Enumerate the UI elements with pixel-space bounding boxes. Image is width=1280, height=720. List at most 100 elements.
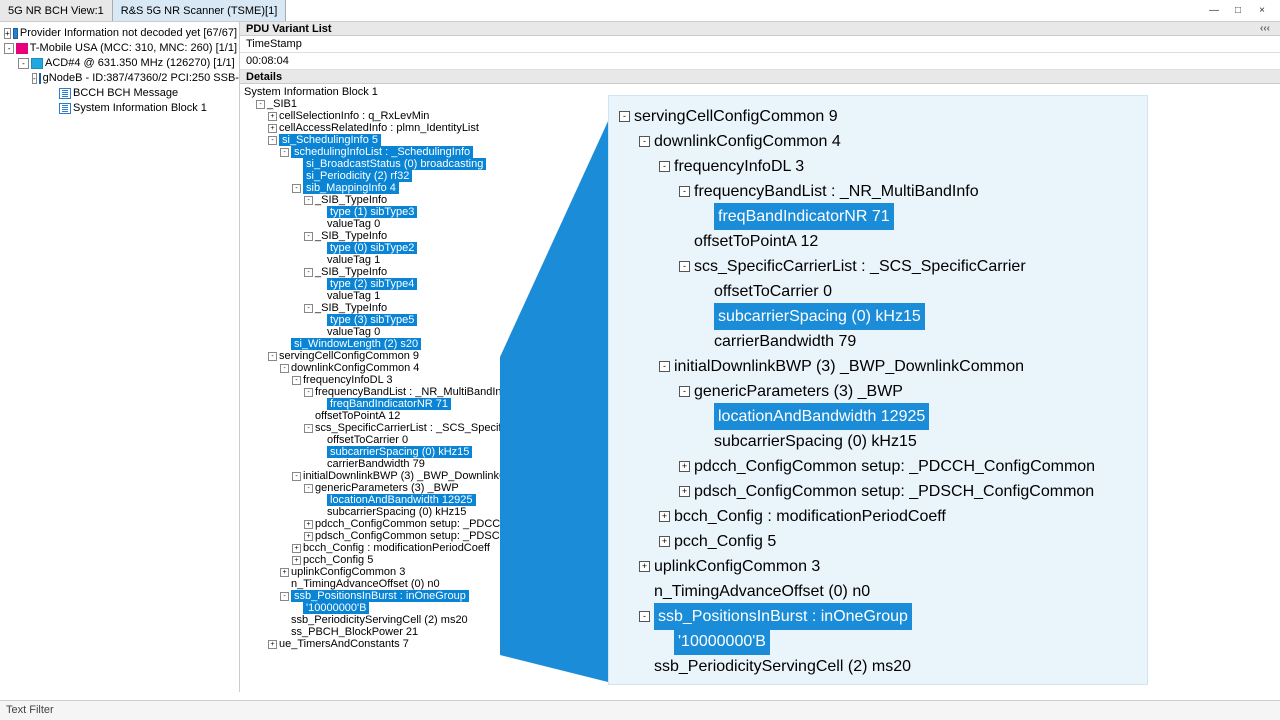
toggle-icon[interactable]: + — [639, 561, 650, 572]
tree-node[interactable]: System Information Block 1 — [2, 101, 237, 116]
minimize-button[interactable]: — — [1208, 5, 1220, 17]
toggle-icon[interactable]: - — [304, 232, 313, 241]
toggle-icon[interactable]: + — [659, 511, 670, 522]
zoom-line[interactable]: + bcch_Config : modificationPeriodCoeff — [615, 504, 1141, 529]
tree-node[interactable]: +Provider Information not decoded yet [6… — [2, 26, 237, 41]
zoom-line[interactable]: '10000000'B — [615, 629, 1141, 654]
toggle-icon[interactable]: - — [18, 58, 29, 69]
toggle-icon[interactable]: + — [679, 486, 690, 497]
toggle-icon[interactable]: + — [268, 640, 277, 649]
toggle-icon[interactable]: - — [292, 472, 301, 481]
toggle-icon[interactable]: - — [679, 261, 690, 272]
zoom-line[interactable]: -scs_SpecificCarrierList : _SCS_Specific… — [615, 254, 1141, 279]
zoom-text: bcch_Config : modificationPeriodCoeff — [674, 504, 946, 529]
toggle-icon[interactable]: - — [280, 148, 289, 157]
zoom-line[interactable]: ssb_PeriodicityServingCell (2) ms20 — [615, 654, 1141, 679]
toggle-icon[interactable]: - — [304, 304, 313, 313]
toggle-icon[interactable]: + — [268, 112, 277, 121]
detail-text: si_Periodicity (2) rf32 — [303, 170, 412, 182]
zoom-line[interactable]: +uplinkConfigCommon 3 — [615, 554, 1141, 579]
tree-node[interactable]: -T-Mobile USA (MCC: 310, MNC: 260) [1/1] — [2, 41, 237, 56]
zoom-text: offsetToPointA 12 — [694, 229, 818, 254]
zoom-text: genericParameters (3) _BWP — [694, 379, 903, 404]
maximize-button[interactable]: □ — [1232, 5, 1244, 17]
tree-node[interactable]: BCCH BCH Message — [2, 86, 237, 101]
toggle-icon[interactable]: + — [280, 568, 289, 577]
tab-scanner[interactable]: R&S 5G NR Scanner (TSME)[1] — [113, 0, 287, 21]
toggle-icon[interactable]: - — [304, 196, 313, 205]
pdu-row[interactable]: 00:08:04 — [240, 53, 1280, 70]
toggle-icon[interactable]: - — [304, 388, 313, 397]
toggle-icon[interactable]: - — [304, 424, 313, 433]
tree-node[interactable]: -gNodeB - ID:387/47360/2 PCI:250 SSB-Ind… — [2, 71, 237, 86]
zoom-line[interactable]: -genericParameters (3) _BWP — [615, 379, 1141, 404]
toggle-icon[interactable]: + — [679, 461, 690, 472]
node-label: System Information Block 1 — [73, 101, 207, 116]
detail-text: subcarrierSpacing (0) kHz15 — [327, 506, 466, 518]
zoom-text: '10000000'B — [674, 628, 770, 655]
zoom-line[interactable]: -ssb_PositionsInBurst : inOneGroup — [615, 604, 1141, 629]
provider-tree[interactable]: +Provider Information not decoded yet [6… — [0, 22, 240, 692]
detail-text: sib_MappingInfo 4 — [303, 182, 399, 194]
zoom-text: scs_SpecificCarrierList : _SCS_SpecificC… — [694, 254, 1026, 279]
zoom-line[interactable]: -initialDownlinkBWP (3) _BWP_DownlinkCom… — [615, 354, 1141, 379]
zoom-line[interactable]: subcarrierSpacing (0) kHz15 — [615, 304, 1141, 329]
detail-text: si_SchedulingInfo 5 — [279, 134, 381, 146]
zoom-line[interactable]: n_TimingAdvanceOffset (0) n0 — [615, 579, 1141, 604]
detail-text: carrierBandwidth 79 — [327, 458, 425, 470]
toggle-icon[interactable]: - — [659, 361, 670, 372]
toggle-icon[interactable]: - — [292, 184, 301, 193]
toggle-icon[interactable]: - — [268, 352, 277, 361]
zoom-text: offsetToCarrier 0 — [714, 279, 832, 304]
toggle-icon[interactable]: - — [32, 73, 37, 84]
toggle-icon[interactable]: + — [268, 124, 277, 133]
tree-node[interactable]: -ACD#4 @ 631.350 MHz (126270) [1/1] — [2, 56, 237, 71]
zoom-line[interactable]: +pdcch_ConfigCommon setup: _PDCCH_Config… — [615, 454, 1141, 479]
zoom-line[interactable]: subcarrierSpacing (0) kHz15 — [615, 429, 1141, 454]
toggle-icon[interactable]: - — [256, 100, 265, 109]
detail-text: _SIB_TypeInfo — [315, 194, 387, 206]
toggle-icon[interactable]: - — [619, 111, 630, 122]
zoom-line[interactable]: offsetToCarrier 0 — [615, 279, 1141, 304]
zoom-line[interactable]: -frequencyInfoDL 3 — [615, 154, 1141, 179]
toggle-icon[interactable]: - — [679, 186, 690, 197]
toggle-icon[interactable]: - — [659, 161, 670, 172]
zoom-text: ssb_PositionsInBurst : inOneGroup — [654, 603, 912, 630]
toggle-icon[interactable]: + — [292, 544, 301, 553]
zoom-line[interactable]: -downlinkConfigCommon 4 — [615, 129, 1141, 154]
node-label: BCCH BCH Message — [73, 86, 178, 101]
toggle-icon[interactable]: - — [280, 364, 289, 373]
toggle-icon[interactable]: + — [292, 556, 301, 565]
zoom-line[interactable]: -servingCellConfigCommon 9 — [615, 104, 1141, 129]
zoom-line[interactable]: +pdsch_ConfigCommon setup: _PDSCH_Config… — [615, 479, 1141, 504]
toggle-icon[interactable]: - — [304, 484, 313, 493]
toggle-icon[interactable]: - — [304, 268, 313, 277]
text-filter[interactable]: Text Filter — [0, 700, 1280, 720]
zoom-line[interactable]: +pcch_Config 5 — [615, 529, 1141, 554]
toggle-icon[interactable]: - — [280, 592, 289, 601]
detail-text: frequencyInfoDL 3 — [303, 374, 392, 386]
zoom-text: subcarrierSpacing (0) kHz15 — [714, 303, 925, 330]
zoom-line[interactable]: freqBandIndicatorNR 71 — [615, 204, 1141, 229]
details-header: Details — [240, 70, 1280, 84]
toggle-icon[interactable]: + — [304, 520, 313, 529]
zoom-line[interactable]: offsetToPointA 12 — [615, 229, 1141, 254]
toggle-icon[interactable]: - — [679, 386, 690, 397]
zoom-line[interactable]: carrierBandwidth 79 — [615, 329, 1141, 354]
toggle-icon[interactable]: - — [639, 136, 650, 147]
detail-text: type (2) sibType4 — [327, 278, 417, 290]
toggle-icon[interactable]: - — [639, 611, 650, 622]
collapse-icon[interactable]: ‹‹‹ — [1260, 23, 1270, 34]
detail-text: cellAccessRelatedInfo : plmn_IdentityLis… — [279, 122, 479, 134]
close-button[interactable]: × — [1256, 5, 1268, 17]
zoom-line[interactable]: locationAndBandwidth 12925 — [615, 404, 1141, 429]
toggle-icon[interactable]: - — [268, 136, 277, 145]
toggle-icon[interactable]: - — [292, 376, 301, 385]
tab-bch-view[interactable]: 5G NR BCH View:1 — [0, 0, 113, 21]
zoom-line[interactable]: -frequencyBandList : _NR_MultiBandInfo — [615, 179, 1141, 204]
toggle-icon[interactable]: + — [659, 536, 670, 547]
toggle-icon[interactable]: - — [4, 43, 14, 54]
toggle-icon[interactable]: + — [4, 28, 11, 39]
toggle-icon[interactable]: + — [304, 532, 313, 541]
detail-text: offsetToPointA 12 — [315, 410, 400, 422]
